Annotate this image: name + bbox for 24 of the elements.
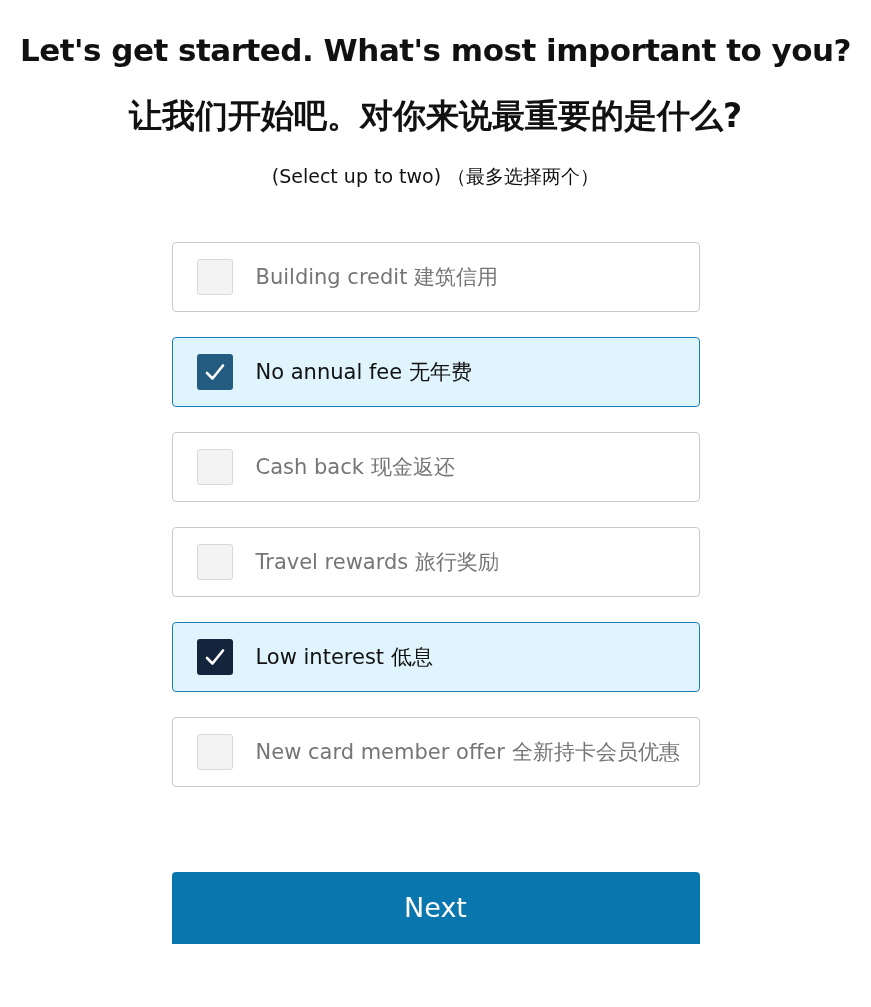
option-label: No annual fee 无年费 — [255, 359, 472, 386]
checkbox[interactable] — [196, 354, 233, 390]
heading: 让我们开始吧。对你来说最重要的是什么? — [128, 95, 743, 137]
checkbox[interactable] — [196, 639, 233, 675]
hint-text: (Select up to two) （最多选择两个） — [271, 164, 600, 189]
next-button[interactable]: Next — [171, 872, 700, 944]
option-label: Cash back 现金返还 — [255, 454, 455, 481]
option-label: New card member offer 全新持卡会员优惠 — [255, 739, 680, 766]
checkbox[interactable] — [196, 734, 233, 770]
checkbox[interactable] — [196, 449, 233, 485]
option-card[interactable]: No annual fee 无年费 — [171, 337, 700, 407]
option-card[interactable]: Travel rewards 旅行奖励 — [171, 527, 700, 597]
heading: Let's get started. What's most important to you? — [19, 31, 852, 70]
option-card[interactable]: Low interest 低息 — [171, 622, 700, 692]
option-card[interactable]: Cash back 现金返还 — [171, 432, 700, 502]
check-icon — [204, 363, 225, 381]
option-label: Building credit 建筑信用 — [255, 264, 499, 291]
option-label: Low interest 低息 — [255, 644, 433, 671]
option-card[interactable]: New card member offer 全新持卡会员优惠 — [171, 717, 700, 787]
option-label: Travel rewards 旅行奖励 — [255, 549, 499, 576]
option-card[interactable]: Building credit 建筑信用 — [171, 242, 700, 312]
check-icon — [204, 648, 225, 666]
checkbox[interactable] — [196, 259, 233, 295]
checkbox[interactable] — [196, 544, 233, 580]
